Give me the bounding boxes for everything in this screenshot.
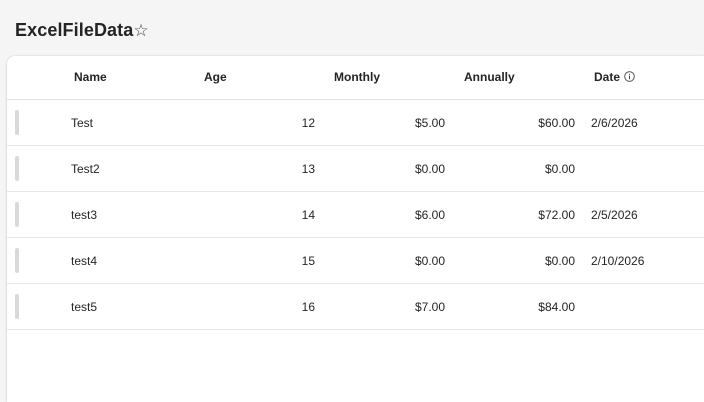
table-row[interactable]: Test2 13 $0.00 $0.00: [7, 146, 704, 192]
page-header: ExcelFileData ☆: [0, 0, 704, 56]
row-select-handle[interactable]: [15, 202, 19, 227]
cell-name: Test: [71, 116, 94, 130]
column-header-name[interactable]: Name: [74, 70, 107, 84]
cell-monthly: $6.00: [414, 208, 445, 222]
row-select-handle[interactable]: [15, 110, 19, 135]
page-title: ExcelFileData: [15, 20, 134, 40]
favorite-star-icon[interactable]: ☆: [132, 20, 150, 42]
cell-age: 16: [301, 300, 315, 314]
cell-name: Test2: [71, 162, 100, 176]
info-circle-icon[interactable]: [624, 71, 635, 82]
cell-age: 15: [301, 254, 315, 268]
data-table-card: Name Age Monthly Annually Date Test 12 $…: [7, 56, 704, 402]
column-header-date[interactable]: Date: [594, 70, 635, 84]
cell-name: test3: [71, 208, 98, 222]
table-row[interactable]: test3 14 $6.00 $72.00 2/5/2026: [7, 192, 704, 238]
table-row[interactable]: test4 15 $0.00 $0.00 2/10/2026: [7, 238, 704, 284]
cell-monthly: $7.00: [414, 300, 445, 314]
cell-annually: $60.00: [538, 116, 575, 130]
cell-monthly: $0.00: [414, 254, 445, 268]
cell-age: 13: [301, 162, 315, 176]
row-select-handle[interactable]: [15, 156, 19, 181]
cell-date: 2/6/2026: [591, 116, 638, 130]
cell-date: 2/10/2026: [591, 254, 645, 268]
row-select-handle[interactable]: [15, 294, 19, 319]
cell-annually: $72.00: [538, 208, 575, 222]
column-header-monthly[interactable]: Monthly: [334, 70, 380, 84]
cell-annually: $0.00: [544, 162, 575, 176]
cell-monthly: $5.00: [414, 116, 445, 130]
cell-date: 2/5/2026: [591, 208, 638, 222]
table-row[interactable]: Test 12 $5.00 $60.00 2/6/2026: [7, 100, 704, 146]
column-header-date-label: Date: [594, 70, 621, 84]
cell-annually: $0.00: [544, 254, 575, 268]
table-row[interactable]: test5 16 $7.00 $84.00: [7, 284, 704, 330]
cell-monthly: $0.00: [414, 162, 445, 176]
cell-name: test4: [71, 254, 98, 268]
table-header-row: Name Age Monthly Annually Date: [7, 56, 704, 100]
row-select-handle[interactable]: [15, 248, 19, 273]
column-header-annually[interactable]: Annually: [464, 70, 515, 84]
cell-name: test5: [71, 300, 98, 314]
cell-age: 14: [301, 208, 315, 222]
cell-annually: $84.00: [538, 300, 575, 314]
column-header-age[interactable]: Age: [204, 70, 227, 84]
cell-age: 12: [301, 116, 315, 130]
